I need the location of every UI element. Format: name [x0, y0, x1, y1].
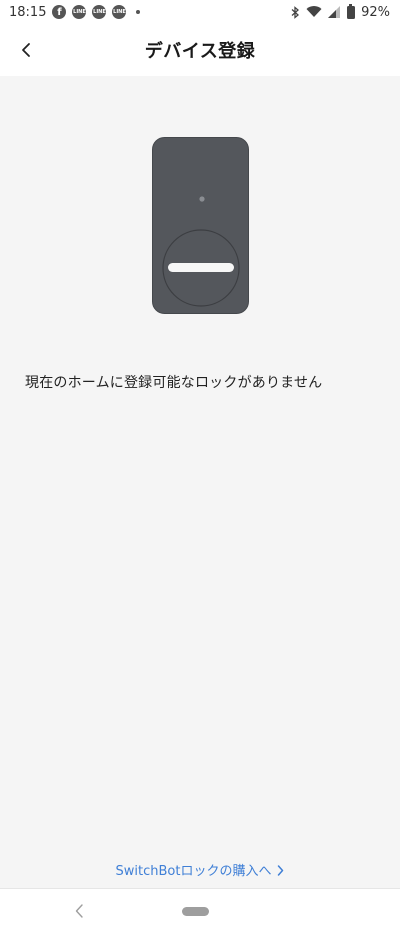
purchase-link-label: SwitchBotロックの購入へ	[115, 864, 272, 879]
status-right: 92%	[290, 3, 390, 20]
no-lock-message: 現在のホームに登録可能なロックがありません	[25, 375, 323, 391]
system-nav-bar	[0, 888, 400, 934]
purchase-link[interactable]: SwitchBotロックの購入へ	[0, 860, 400, 879]
nav-back-icon	[75, 904, 83, 918]
status-bar: 18:15 f LINE LINE LINE 92%	[0, 0, 400, 24]
indicator-led-icon	[199, 196, 205, 202]
header: デバイス登録	[0, 24, 400, 76]
page-title: デバイス登録	[144, 41, 256, 62]
bluetooth-icon	[291, 5, 300, 19]
status-left: 18:15 f LINE LINE LINE	[9, 4, 141, 20]
facebook-icon: f	[52, 5, 67, 19]
line-icon: LINE	[112, 5, 127, 19]
line-icon: LINE	[92, 5, 107, 19]
more-notifications-dot-icon	[136, 10, 141, 14]
smart-lock-illustration	[152, 137, 249, 314]
nav-back-button[interactable]	[68, 900, 90, 922]
status-time: 18:15	[9, 4, 47, 20]
wifi-icon	[306, 6, 322, 18]
battery-icon	[347, 3, 356, 19]
chevron-right-icon	[278, 865, 284, 876]
signal-icon	[328, 6, 341, 18]
nav-home-button[interactable]	[182, 907, 209, 916]
back-button[interactable]	[14, 38, 38, 62]
line-icon: LINE	[72, 5, 87, 19]
chevron-left-icon	[22, 43, 30, 57]
battery-percent: 92%	[361, 4, 390, 20]
lock-knob-icon	[168, 263, 234, 272]
